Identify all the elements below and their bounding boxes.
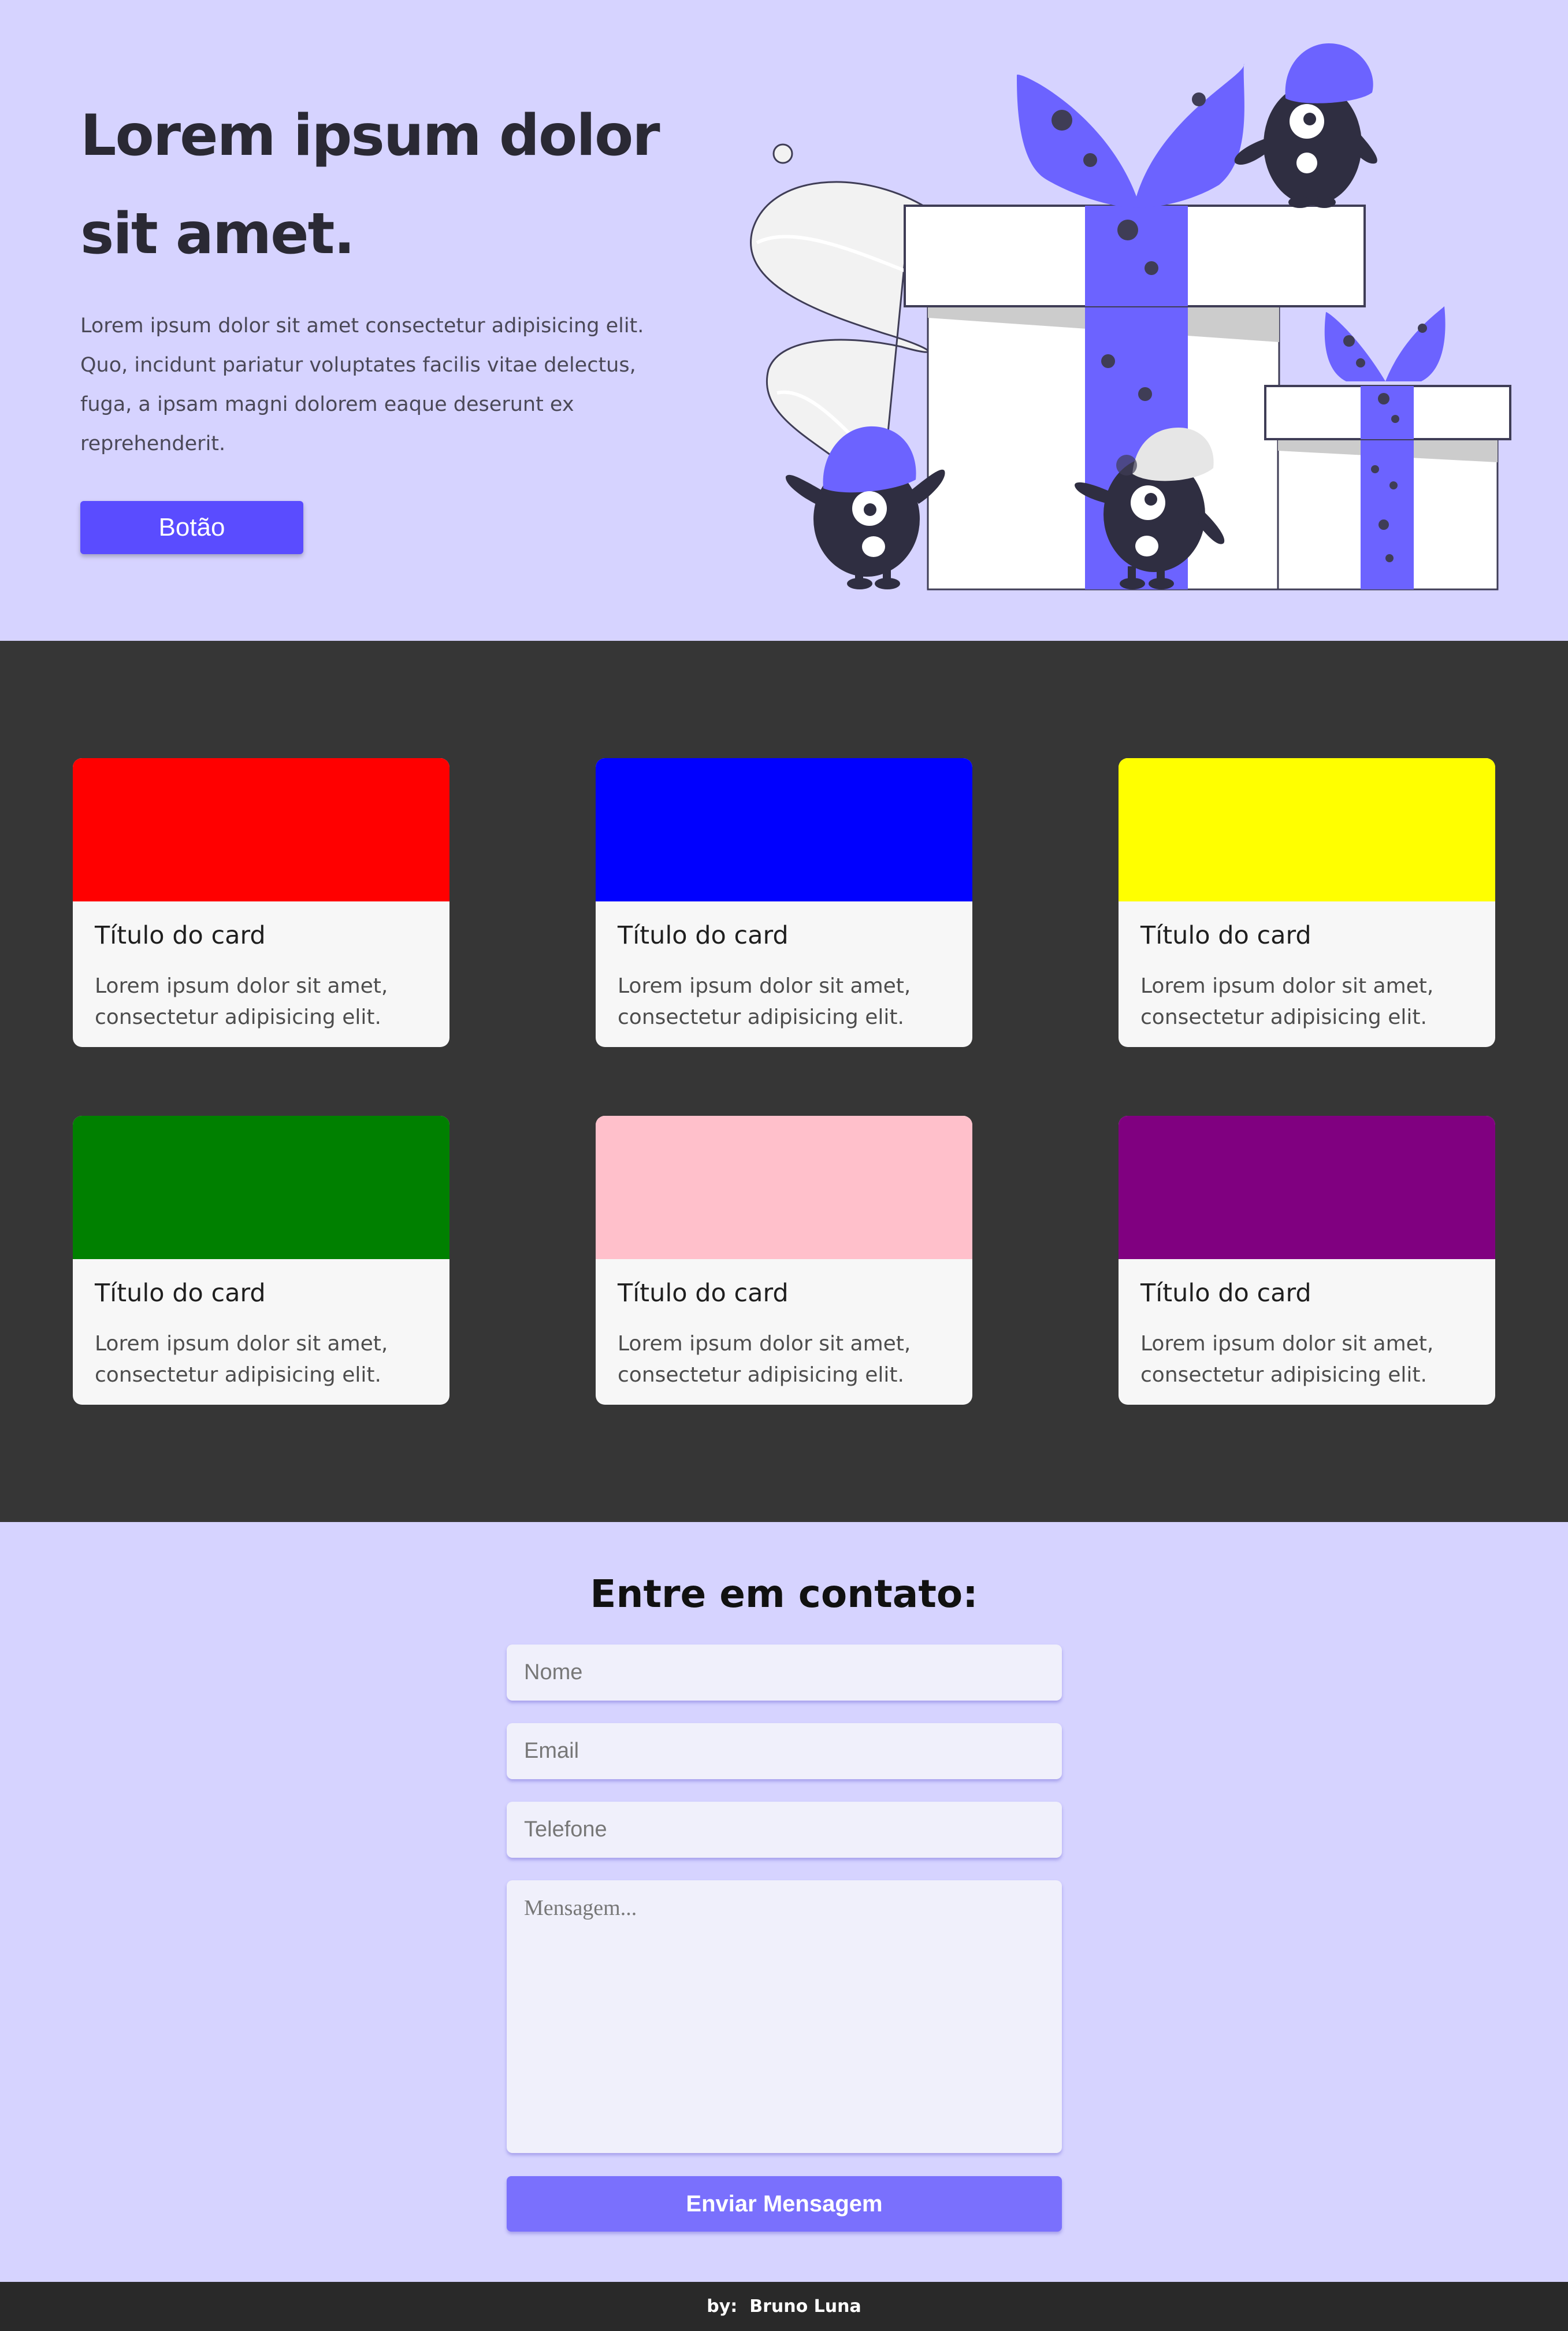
card-title: Título do card: [1140, 921, 1311, 950]
card[interactable]: Título do card Lorem ipsum dolor sit ame…: [596, 1116, 972, 1405]
card-color-block: [73, 1116, 449, 1259]
card-text: Lorem ipsum dolor sit amet, consectetur …: [618, 1332, 911, 1387]
card-color-block: [73, 758, 449, 901]
contact-section: Entre em contato: Enviar Mensagem: [0, 1522, 1568, 2282]
card-title: Título do card: [1140, 1279, 1311, 1308]
card-color-block: [1119, 758, 1495, 901]
card-color-block: [596, 1116, 972, 1259]
hero-text: Lorem ipsum dolor sit amet consectetur a…: [80, 314, 644, 455]
footer: by: Bruno Luna: [0, 2282, 1568, 2331]
card-text: Lorem ipsum dolor sit amet, consectetur …: [1140, 1332, 1434, 1387]
card-title: Título do card: [95, 921, 266, 950]
hero-button[interactable]: Botão: [80, 501, 303, 554]
message-field[interactable]: [507, 1880, 1062, 2153]
card[interactable]: Título do card Lorem ipsum dolor sit ame…: [1119, 758, 1495, 1047]
card[interactable]: Título do card Lorem ipsum dolor sit ame…: [596, 758, 972, 1047]
email-field[interactable]: [507, 1723, 1062, 1779]
card-text: Lorem ipsum dolor sit amet, consectetur …: [1140, 974, 1434, 1029]
card-title: Título do card: [95, 1279, 266, 1308]
card-color-block: [1119, 1116, 1495, 1259]
cards-section: Título do card Lorem ipsum dolor sit ame…: [0, 641, 1568, 1522]
hero-title: Lorem ipsum dolor sit amet.: [80, 103, 660, 267]
card-title: Título do card: [618, 1279, 789, 1308]
card[interactable]: Título do card Lorem ipsum dolor sit ame…: [73, 1116, 449, 1405]
name-field[interactable]: [507, 1645, 1062, 1701]
gift-boxes-monsters-illustration: [750, 43, 1511, 591]
card-text: Lorem ipsum dolor sit amet, consectetur …: [618, 974, 911, 1029]
send-message-button[interactable]: Enviar Mensagem: [507, 2176, 1062, 2232]
card-text: Lorem ipsum dolor sit amet, consectetur …: [95, 1332, 388, 1387]
contact-title: Entre em contato:: [590, 1572, 978, 1616]
card-text: Lorem ipsum dolor sit amet, consectetur …: [95, 974, 388, 1029]
hero-section: Lorem ipsum dolor sit amet. Lorem ipsum …: [0, 0, 1568, 641]
footer-credit: by: Bruno Luna: [707, 2296, 861, 2317]
card-title: Título do card: [618, 921, 789, 950]
card[interactable]: Título do card Lorem ipsum dolor sit ame…: [1119, 1116, 1495, 1405]
card[interactable]: Título do card Lorem ipsum dolor sit ame…: [73, 758, 449, 1047]
card-color-block: [596, 758, 972, 901]
phone-field[interactable]: [507, 1802, 1062, 1858]
